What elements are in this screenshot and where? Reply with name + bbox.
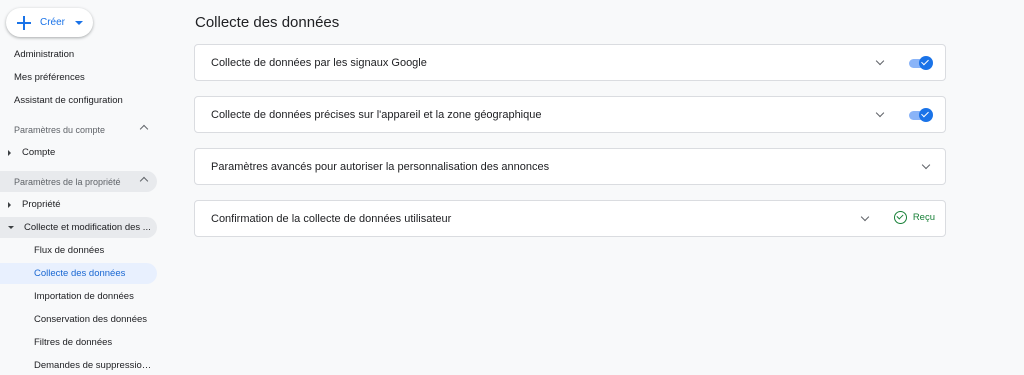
check-icon (919, 108, 933, 122)
sidebar-item-data-collection-modification[interactable]: Collecte et modification des ... (0, 217, 157, 238)
card-title: Collecte de données précises sur l'appar… (211, 108, 542, 121)
sidebar-subitem-label: Importation de données (34, 291, 134, 302)
card-precise-device-location[interactable]: Collecte de données précises sur l'appar… (194, 96, 946, 133)
chevron-up-icon (139, 176, 149, 186)
section-account-settings[interactable]: Paramètres du compte (0, 119, 157, 140)
card-title: Paramètres avancés pour autoriser la per… (211, 160, 550, 173)
create-button[interactable]: Créer (6, 8, 93, 37)
sidebar-subitem-deletion-requests[interactable]: Demandes de suppression ... (0, 355, 157, 375)
card-google-signals[interactable]: Collecte de données par les signaux Goog… (194, 44, 946, 81)
triangle-right-icon (8, 149, 11, 156)
sidebar-subitem-data-collection[interactable]: Collecte des données (0, 263, 157, 284)
card-title: Confirmation de la collecte de données u… (211, 212, 452, 225)
sidebar-subitem-label: Conservation des données (34, 314, 148, 325)
sidebar-item-compte[interactable]: Compte (0, 142, 157, 163)
nav-link-setup-assistant[interactable]: Assistant de configuration (14, 95, 123, 106)
section-account-settings-label: Paramètres du compte (14, 124, 106, 135)
section-property-settings[interactable]: Paramètres de la propriété (0, 171, 157, 192)
check-circle-icon (893, 211, 907, 224)
section-property-settings-label: Paramètres de la propriété (14, 176, 121, 187)
card-advanced-ads-personalization[interactable]: Paramètres avancés pour autoriser la per… (194, 148, 946, 185)
sidebar-item-label: Propriété (22, 199, 61, 210)
toggle-switch[interactable] (909, 56, 933, 70)
caret-down-icon (75, 20, 84, 25)
create-button-label: Créer (40, 17, 66, 28)
chevron-down-icon[interactable] (921, 160, 931, 170)
chevron-down-icon[interactable] (875, 108, 885, 118)
sidebar-item-label: Compte (22, 147, 56, 158)
sidebar-subitem-data-streams[interactable]: Flux de données (0, 240, 157, 261)
nav-link-administration[interactable]: Administration (14, 49, 74, 60)
status-badge: Reçu (893, 211, 935, 224)
toggle-switch[interactable] (909, 108, 933, 122)
sidebar-item-propriete[interactable]: Propriété (0, 194, 157, 215)
sidebar-subitem-data-filters[interactable]: Filtres de données (0, 332, 157, 353)
sidebar-subitem-label: Flux de données (34, 245, 105, 256)
plus-icon (17, 15, 31, 30)
sidebar-subitem-label: Filtres de données (34, 337, 113, 348)
main-content: Collecte des données Collecte de données… (178, 0, 1024, 375)
card-user-data-collection-confirmation[interactable]: Confirmation de la collecte de données u… (194, 200, 946, 237)
sidebar: Créer Administration Mes préférences Ass… (0, 0, 165, 375)
sidebar-subitem-data-import[interactable]: Importation de données (0, 286, 157, 307)
card-title: Collecte de données par les signaux Goog… (211, 56, 427, 69)
chevron-down-icon[interactable] (875, 56, 885, 66)
sidebar-subitem-data-retention[interactable]: Conservation des données (0, 309, 157, 330)
sidebar-item-label: Collecte et modification des ... (24, 222, 151, 233)
chevron-down-icon[interactable] (860, 212, 870, 222)
chevron-up-icon (139, 124, 149, 134)
check-icon (919, 56, 933, 70)
triangle-down-icon (8, 226, 14, 229)
triangle-right-icon (8, 201, 11, 208)
status-text: Reçu (912, 212, 935, 223)
sidebar-subitem-label: Demandes de suppression ... (34, 360, 154, 371)
page-title: Collecte des données (195, 14, 340, 31)
nav-link-preferences[interactable]: Mes préférences (14, 72, 85, 83)
sidebar-subitem-label: Collecte des données (34, 268, 126, 279)
